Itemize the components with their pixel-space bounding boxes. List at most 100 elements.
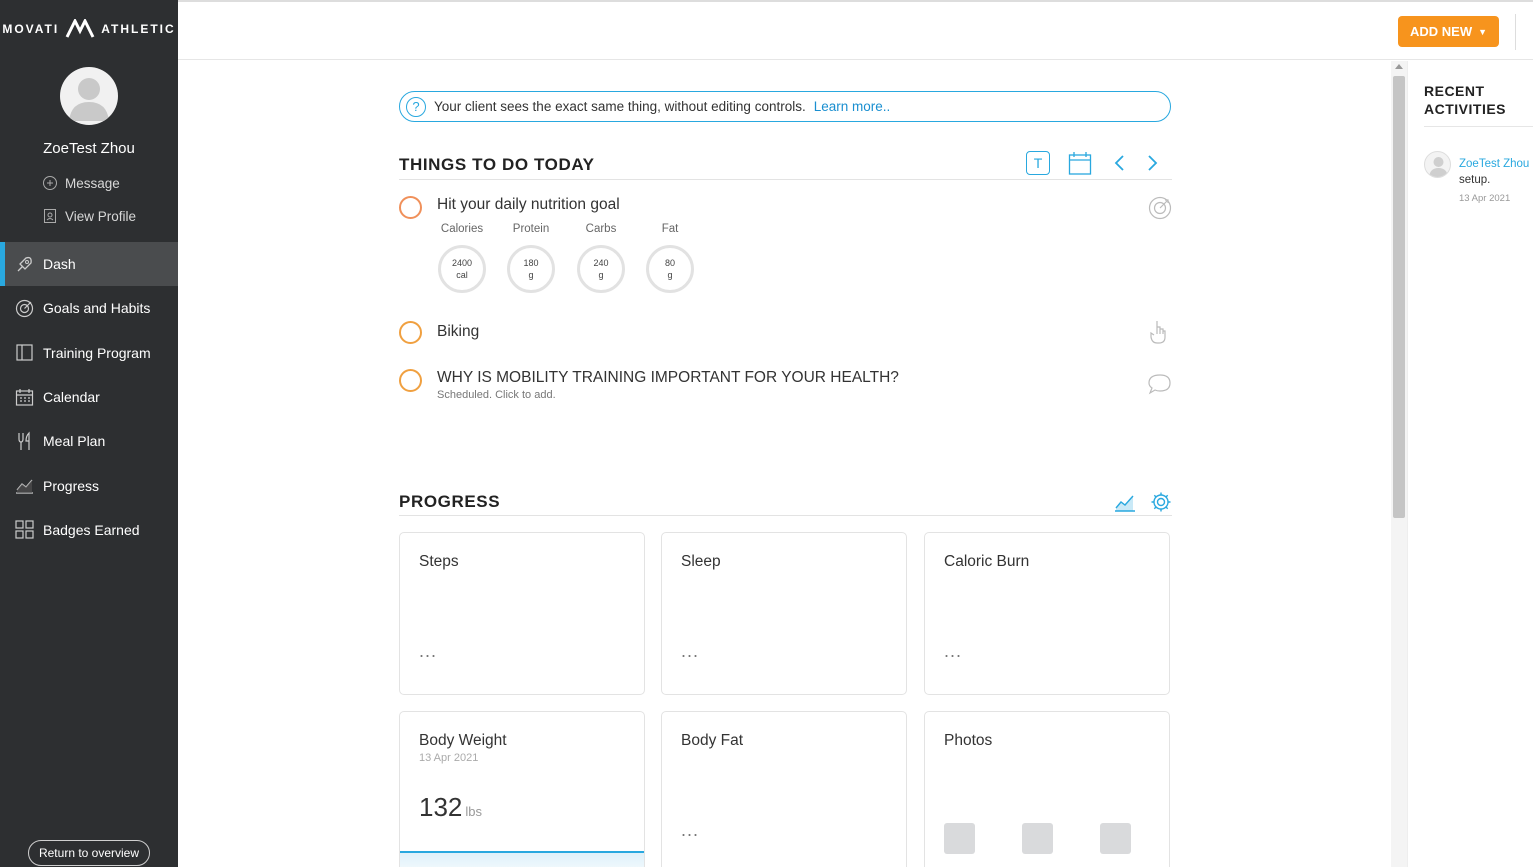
activity-user-link[interactable]: ZoeTest Zhou [1459, 158, 1529, 170]
progress-card-body-fat[interactable]: Body Fat ... [661, 711, 907, 867]
card-title: Body Weight [419, 732, 507, 749]
photo-thumbnail[interactable] [1100, 823, 1131, 854]
target-icon[interactable] [1148, 196, 1172, 220]
brand-mark-icon [65, 19, 95, 38]
macro-label: Carbs [585, 223, 617, 235]
add-new-button[interactable]: ADD NEW ▼ [1398, 16, 1499, 47]
user-silhouette-icon [1429, 157, 1448, 177]
macro-unit: g [528, 270, 534, 280]
sidebar-item-training[interactable]: Training Program [0, 331, 178, 375]
main-content: ? Your client sees the exact same thing,… [178, 61, 1391, 867]
hand-pointer-icon[interactable] [1148, 319, 1170, 345]
comment-icon[interactable] [1148, 373, 1172, 395]
macro-ring: 80 g [646, 245, 694, 293]
divider [1515, 14, 1516, 50]
gear-icon[interactable] [1150, 491, 1172, 513]
photo-thumbnail[interactable] [1022, 823, 1053, 854]
brand-right: ATHLETIC [101, 22, 176, 36]
todo-title: Biking [437, 323, 480, 340]
add-new-label: ADD NEW [1409, 24, 1473, 39]
macro-fat: Fat 80 g [644, 223, 696, 293]
info-text: Your client sees the exact same thing, w… [434, 99, 806, 114]
chart-icon [16, 479, 33, 494]
todo-title: Hit your daily nutrition goal [437, 196, 620, 213]
todo-section-title: THINGS TO DO TODAY [399, 155, 595, 174]
sidebar-item-calendar[interactable]: Calendar [0, 375, 178, 419]
avatar[interactable] [60, 67, 118, 125]
todo-checkbox[interactable] [399, 321, 422, 344]
todo-checkbox[interactable] [399, 196, 422, 219]
macro-value: 80 [664, 258, 675, 268]
photo-thumbnail[interactable] [944, 823, 975, 854]
message-label: Message [65, 175, 120, 191]
weight-unit: lbs [465, 804, 483, 819]
info-banner: ? Your client sees the exact same thing,… [399, 91, 1171, 122]
weight-trend-area [400, 853, 644, 867]
macro-unit: g [598, 270, 604, 280]
user-name: ZoeTest Zhou [43, 140, 135, 157]
chevron-down-icon: ▼ [1478, 26, 1488, 37]
main-scrollbar[interactable] [1391, 61, 1407, 867]
user-silhouette-icon [69, 78, 109, 121]
scroll-up-arrow-icon[interactable] [1395, 64, 1403, 69]
chart-icon[interactable] [1114, 491, 1136, 513]
card-title: Steps [419, 553, 459, 570]
chevron-left-icon[interactable] [1112, 154, 1126, 172]
todo-checkbox[interactable] [399, 369, 422, 392]
macro-ring: 2400 cal [438, 245, 486, 293]
question-icon: ? [406, 96, 426, 117]
book-icon [16, 344, 33, 361]
todo-subtitle: Scheduled. Click to add. [437, 389, 556, 401]
sidebar-item-badges[interactable]: Badges Earned [0, 508, 178, 552]
message-link[interactable]: Message [42, 175, 120, 191]
brand-logo[interactable]: MOVATI ATHLETIC [0, 17, 178, 41]
progress-section-title: PROGRESS [399, 492, 501, 511]
todo-item[interactable]: WHY IS MOBILITY TRAINING IMPORTANT FOR Y… [399, 368, 1172, 408]
progress-card-steps[interactable]: Steps ... [399, 532, 645, 695]
macro-ring: 180 g [507, 245, 555, 293]
progress-card-caloric-burn[interactable]: Caloric Burn ... [924, 532, 1170, 695]
card-value: ... [944, 641, 963, 661]
macro-unit: g [667, 270, 673, 280]
return-to-overview-button[interactable]: Return to overview [28, 840, 150, 866]
sidebar-item-label: Badges Earned [43, 521, 140, 538]
sidebar-nav: Dash Goals and Habits Training Program C… [0, 242, 178, 552]
progress-card-sleep[interactable]: Sleep ... [661, 532, 907, 695]
sidebar-item-label: Meal Plan [43, 433, 106, 450]
recent-activities-panel: RECENT ACTIVITIES ZoeTest Zhou setup. 13… [1407, 61, 1533, 867]
macro-value: 180 [523, 258, 539, 268]
progress-card-photos[interactable]: Photos [924, 711, 1170, 867]
view-profile-label: View Profile [65, 208, 137, 224]
text-view-button[interactable]: T [1026, 151, 1050, 175]
learn-more-link[interactable]: Learn more.. [814, 99, 891, 114]
divider [399, 179, 1172, 180]
recent-activities-title: RECENT ACTIVITIES [1424, 83, 1507, 117]
profile-icon [44, 209, 56, 223]
activity-text: setup. [1459, 174, 1491, 186]
sidebar-item-dash[interactable]: Dash [0, 242, 178, 287]
progress-card-body-weight[interactable]: Body Weight 13 Apr 2021 132 lbs [399, 711, 645, 867]
sidebar-item-progress[interactable]: Progress [0, 463, 178, 507]
macro-unit: cal [456, 270, 468, 280]
card-title: Body Fat [681, 732, 744, 749]
todo-item[interactable]: Biking [399, 321, 1172, 351]
brand-left: MOVATI [2, 22, 60, 36]
divider [399, 515, 1172, 516]
divider [1424, 126, 1533, 127]
chevron-right-icon[interactable] [1146, 154, 1160, 172]
card-value: ... [419, 641, 438, 661]
sidebar-item-meal-plan[interactable]: Meal Plan [0, 419, 178, 463]
calendar-view-icon[interactable] [1068, 151, 1092, 176]
macro-ring: 240 g [577, 245, 625, 293]
card-value: ... [681, 820, 700, 840]
activity-avatar [1424, 151, 1451, 178]
view-profile-link[interactable]: View Profile [42, 208, 136, 224]
macro-protein: Protein 180 g [505, 223, 557, 293]
message-icon [43, 176, 57, 190]
scrollbar-thumb[interactable] [1393, 76, 1405, 518]
macro-label: Protein [512, 223, 550, 235]
sidebar-item-goals[interactable]: Goals and Habits [0, 286, 178, 330]
card-value: 132 lbs [419, 792, 482, 823]
rocket-icon [17, 256, 32, 272]
macro-calories: Calories 2400 cal [436, 223, 488, 293]
